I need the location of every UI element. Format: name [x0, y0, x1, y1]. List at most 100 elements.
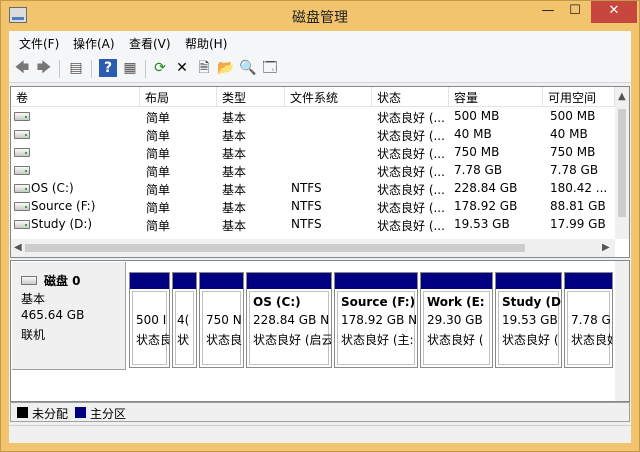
menu-help[interactable]: 帮助(H) [185, 35, 227, 52]
table-row[interactable]: Source (F:) 简单 基本 NTFS 状态良好 (... 178.92 … [11, 198, 615, 216]
volume-capacity: 228.84 GB [454, 181, 518, 195]
partition-size: 500 I [136, 313, 167, 327]
primary-partition-swatch [75, 407, 86, 418]
partition-status: 状态良好 (启云 [253, 333, 332, 347]
volume-status: 状态良好 (... [377, 129, 445, 143]
partition-size: 7.78 GB [571, 313, 612, 327]
back-arrow-icon[interactable]: 🡄 [13, 59, 31, 77]
toolbar: 🡄 🡆 ▤ ? ▦ ⟳ ✕ 🗎 📂 🔍 🗔 [9, 55, 631, 83]
show-hide-pane-icon[interactable]: ▦ [121, 59, 139, 77]
disk-type: 基本 [21, 292, 46, 306]
partition-block[interactable]: 750 N 状态良 [199, 272, 244, 368]
column-header-layout[interactable]: 布局 [140, 87, 217, 107]
column-header-free-space[interactable]: 可用空间 [543, 87, 615, 107]
partition-block[interactable]: Work (E: 29.30 GB 状态良好 ( [420, 272, 493, 368]
menu-file[interactable]: 文件(F) [19, 35, 59, 52]
scroll-left-arrow-icon[interactable]: ◀ [14, 242, 22, 253]
volume-disk-icon [14, 112, 30, 121]
partition-block[interactable]: Study (D 19.53 GB 状态良好 ( [495, 272, 562, 368]
partition-size: 178.92 GB N [341, 313, 418, 327]
title-bar[interactable]: 磁盘管理 — ☐ ✕ [1, 1, 639, 31]
volume-layout: 简单 [146, 201, 171, 215]
vertical-scroll-thumb[interactable] [618, 109, 626, 217]
delete-icon[interactable]: ✕ [173, 59, 191, 77]
disk-0-label[interactable]: 磁盘 0 基本 465.64 GB 联机 [12, 262, 126, 370]
explore-icon[interactable]: 🗔 [261, 59, 279, 77]
volume-free-space: 180.42 ... [550, 181, 608, 195]
partition-block[interactable]: OS (C:) 228.84 GB N 状态良好 (启云 [246, 272, 332, 368]
menu-action[interactable]: 操作(A) [73, 35, 115, 52]
volume-name: Source (F:) [31, 199, 96, 213]
console-tree-icon[interactable]: ▤ [67, 59, 85, 77]
partition-frame [132, 291, 167, 365]
help-icon[interactable]: ? [99, 59, 117, 77]
toolbar-separator [59, 60, 60, 78]
volume-layout: 简单 [146, 111, 171, 125]
volume-layout: 简单 [146, 165, 171, 179]
volume-capacity: 19.53 GB [454, 217, 510, 231]
primary-partition-bar [200, 273, 243, 289]
volume-status: 状态良好 (... [377, 201, 445, 215]
partition-status: 状态良好 ( [502, 333, 559, 347]
volume-free-space: 7.78 GB [550, 163, 599, 177]
column-header-volume[interactable]: 卷 [11, 87, 140, 107]
volume-type: 基本 [222, 111, 247, 125]
volume-filesystem: NTFS [291, 181, 322, 195]
minimize-button[interactable]: — [536, 1, 560, 23]
table-row[interactable]: OS (C:) 简单 基本 NTFS 状态良好 (... 228.84 GB 1… [11, 180, 615, 198]
volume-name: OS (C:) [31, 181, 74, 195]
disk-state: 联机 [21, 328, 46, 342]
table-row[interactable]: 简单 基本 状态良好 (... 750 MB 750 MB [11, 144, 615, 162]
table-row[interactable]: 简单 基本 状态良好 (... 500 MB 500 MB [11, 108, 615, 126]
volume-free-space: 40 MB [550, 127, 588, 141]
volume-layout: 简单 [146, 219, 171, 233]
volume-layout: 简单 [146, 147, 171, 161]
volume-status: 状态良好 (... [377, 165, 445, 179]
volume-list: 卷 布局 类型 文件系统 状态 容量 可用空间 简单 基本 状态良好 (... … [10, 86, 630, 258]
partition-block[interactable]: 7.78 GB 状态良好 [564, 272, 613, 368]
partition-status: 状态良好 [571, 333, 612, 347]
menu-bar: 文件(F) 操作(A) 查看(V) 帮助(H) [9, 31, 631, 55]
scroll-right-arrow-icon[interactable]: ▶ [602, 242, 610, 253]
column-header-filesystem[interactable]: 文件系统 [285, 87, 372, 107]
volume-disk-icon [14, 130, 30, 139]
column-header-capacity[interactable]: 容量 [449, 87, 543, 107]
column-header-type[interactable]: 类型 [217, 87, 285, 107]
volume-list-vertical-scrollbar[interactable]: ▲ [615, 87, 629, 239]
forward-arrow-icon[interactable]: 🡆 [35, 59, 53, 77]
table-row[interactable]: 简单 基本 状态良好 (... 7.78 GB 7.78 GB [11, 162, 615, 180]
refresh-icon[interactable]: ⟳ [151, 59, 169, 77]
volume-list-horizontal-scrollbar[interactable]: ◀ ▶ [11, 239, 615, 257]
partition-size: 29.30 GB [427, 313, 483, 327]
legend: 未分配 主分区 [10, 402, 630, 422]
close-button[interactable]: ✕ [591, 1, 637, 23]
table-row[interactable]: Study (D:) 简单 基本 NTFS 状态良好 (... 19.53 GB… [11, 216, 615, 234]
properties-icon[interactable]: 🗎 [195, 59, 213, 77]
partition-block[interactable]: 4( 状 [172, 272, 197, 368]
volume-name: Study (D:) [31, 217, 93, 231]
disk-map-vertical-scrollbar[interactable] [615, 261, 629, 401]
search-icon[interactable]: 🔍 [239, 59, 257, 77]
scroll-up-arrow-icon[interactable]: ▲ [618, 91, 626, 102]
horizontal-scroll-thumb[interactable] [25, 244, 525, 252]
table-row[interactable]: 简单 基本 状态良好 (... 40 MB 40 MB [11, 126, 615, 144]
toolbar-separator [145, 60, 146, 78]
maximize-button[interactable]: ☐ [563, 1, 587, 23]
volume-disk-icon [14, 166, 30, 175]
primary-partition-bar [130, 273, 169, 289]
open-folder-icon[interactable]: 📂 [217, 59, 235, 77]
partition-block[interactable]: Source (F:) 178.92 GB N 状态良好 (主: [334, 272, 418, 368]
partition-name: Source (F:) [341, 295, 416, 309]
volume-type: 基本 [222, 219, 247, 233]
volume-type: 基本 [222, 165, 247, 179]
menu-view[interactable]: 查看(V) [129, 35, 171, 52]
volume-status: 状态良好 (... [377, 219, 445, 233]
volume-capacity: 500 MB [454, 109, 500, 123]
partition-block[interactable]: 500 I 状态良 [129, 272, 170, 368]
volume-type: 基本 [222, 129, 247, 143]
partition-size: 750 N [206, 313, 242, 327]
volume-disk-icon [14, 220, 30, 229]
volume-filesystem: NTFS [291, 217, 322, 231]
client-area: 文件(F) 操作(A) 查看(V) 帮助(H) 🡄 🡆 ▤ ? ▦ ⟳ ✕ 🗎 … [9, 31, 631, 443]
column-header-status[interactable]: 状态 [372, 87, 449, 107]
